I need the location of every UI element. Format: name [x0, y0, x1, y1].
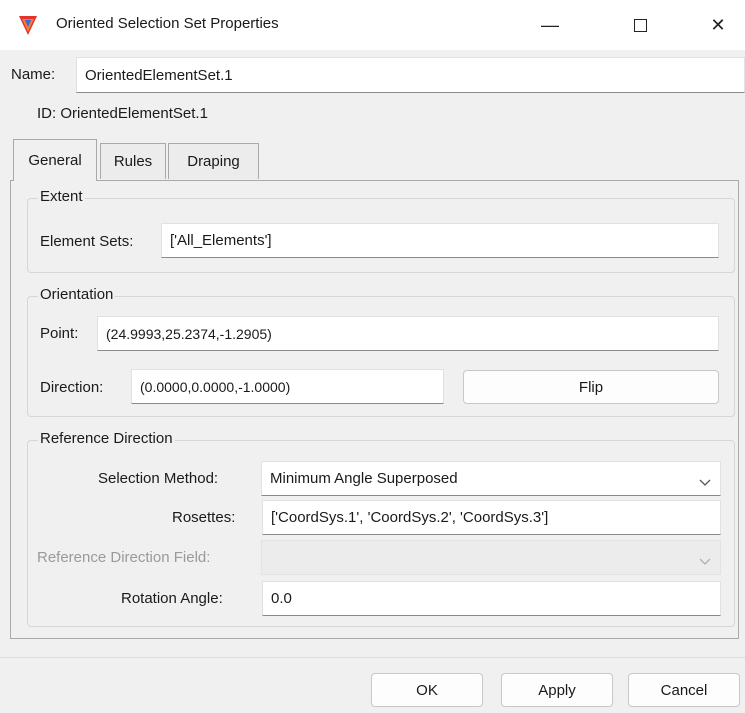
close-button[interactable]: ✕ — [690, 0, 745, 50]
tab-general[interactable]: General — [13, 139, 97, 181]
maximize-icon — [633, 18, 647, 32]
rosettes-label: Rosettes: — [172, 509, 236, 526]
rosettes-input[interactable]: ['CoordSys.1', 'CoordSys.2', 'CoordSys.3… — [262, 500, 721, 535]
apply-button[interactable]: Apply — [501, 673, 613, 707]
selection-method-select[interactable]: Minimum Angle Superposed — [261, 461, 721, 496]
ok-button[interactable]: OK — [371, 673, 483, 707]
orientation-title: Orientation — [38, 286, 116, 303]
point-label: Point: — [40, 325, 79, 342]
element-sets-input[interactable]: ['All_Elements'] — [161, 223, 719, 258]
footer-divider — [0, 657, 745, 658]
maximize-button[interactable] — [612, 0, 668, 50]
chevron-down-icon — [698, 553, 712, 565]
tab-draping[interactable]: Draping — [168, 143, 259, 179]
minimize-icon: — — [541, 14, 559, 35]
selection-method-label: Selection Method: — [98, 470, 219, 487]
app-logo-icon — [18, 14, 38, 36]
rotation-angle-label: Rotation Angle: — [121, 590, 223, 607]
reference-direction-title: Reference Direction — [38, 430, 175, 447]
cancel-button[interactable]: Cancel — [628, 673, 740, 707]
direction-input[interactable]: (0.0000,0.0000,-1.0000) — [131, 369, 444, 404]
name-input[interactable]: OrientedElementSet.1 — [76, 57, 745, 93]
direction-label: Direction: — [40, 379, 104, 396]
window-title: Oriented Selection Set Properties — [56, 15, 279, 32]
id-text: ID: OrientedElementSet.1 — [37, 105, 208, 122]
element-sets-label: Element Sets: — [40, 233, 134, 250]
close-icon: ✕ — [710, 14, 726, 35]
chevron-down-icon — [698, 474, 712, 486]
minimize-button[interactable]: — — [522, 0, 578, 50]
tab-rules[interactable]: Rules — [100, 143, 166, 179]
reference-direction-field-select[interactable] — [261, 540, 721, 575]
flip-button[interactable]: Flip — [463, 370, 719, 404]
selection-method-value: Minimum Angle Superposed — [270, 470, 458, 487]
name-label: Name: — [11, 66, 56, 83]
extent-title: Extent — [38, 188, 85, 205]
title-bar: Oriented Selection Set Properties — ✕ — [0, 0, 745, 50]
point-input[interactable]: (24.9993,25.2374,-1.2905) — [97, 316, 719, 351]
rotation-angle-input[interactable]: 0.0 — [262, 581, 721, 616]
reference-direction-field-label: Reference Direction Field: — [37, 549, 211, 566]
